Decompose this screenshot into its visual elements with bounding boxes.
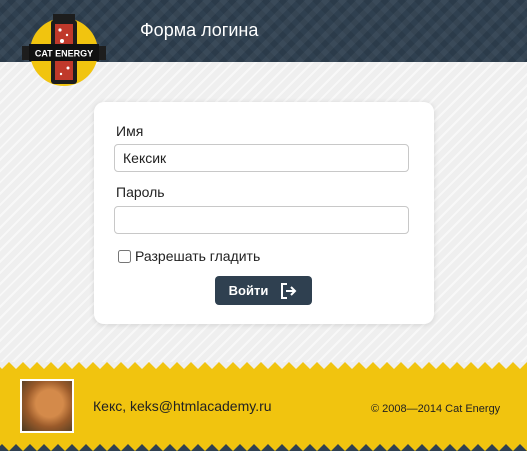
zigzag-top-border bbox=[0, 362, 527, 369]
site-footer: Кекс, keks@htmlacademy.ru © 2008—2014 Ca… bbox=[0, 362, 527, 451]
password-input[interactable] bbox=[114, 206, 409, 234]
page-title: Форма логина bbox=[140, 20, 259, 40]
allow-pet-option[interactable]: Разрешать гладить bbox=[116, 248, 260, 264]
name-input[interactable] bbox=[114, 144, 409, 172]
logo-mark-icon: CAT ENERGY bbox=[22, 14, 106, 86]
allow-pet-checkbox[interactable] bbox=[118, 249, 131, 263]
footer-contact: Кекс, keks@htmlacademy.ru bbox=[93, 398, 272, 414]
sign-in-icon bbox=[281, 282, 297, 299]
password-label: Пароль bbox=[116, 184, 165, 200]
cat-energy-logo: CAT ENERGY bbox=[20, 8, 108, 96]
login-form: Имя Пароль Разрешать гладить Войти bbox=[94, 102, 434, 324]
zigzag-bottom-border bbox=[0, 444, 527, 451]
allow-pet-label: Разрешать гладить bbox=[135, 248, 261, 264]
login-button[interactable]: Войти bbox=[215, 276, 312, 305]
user-avatar bbox=[20, 379, 74, 433]
name-label: Имя bbox=[116, 123, 144, 139]
login-button-label: Войти bbox=[228, 283, 269, 298]
footer-copyright: © 2008—2014 Cat Energy bbox=[371, 403, 501, 415]
logo-text: CAT ENERGY bbox=[35, 49, 93, 59]
